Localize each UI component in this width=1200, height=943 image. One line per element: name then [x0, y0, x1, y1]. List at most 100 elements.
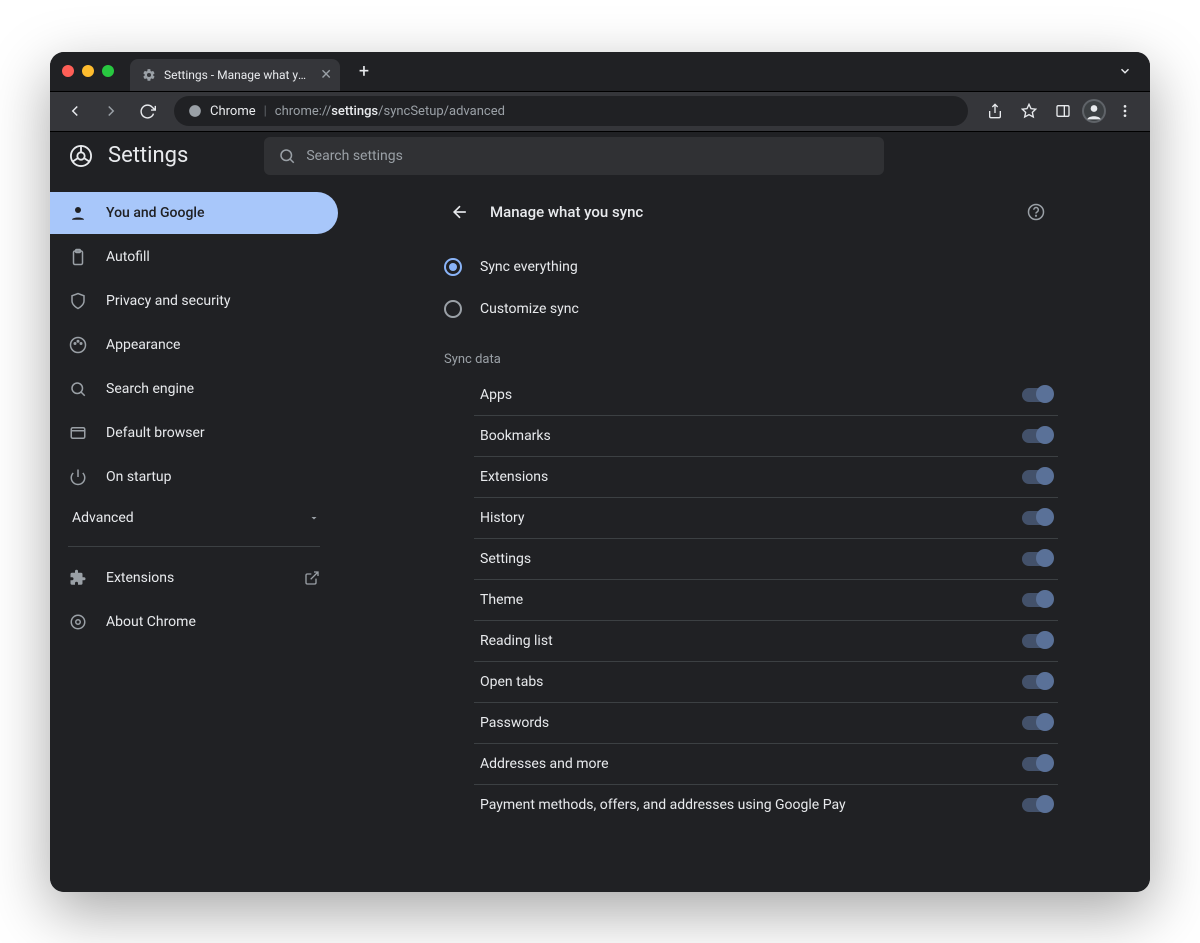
window-icon [68, 424, 88, 442]
sync-data-row: Bookmarks [474, 416, 1058, 457]
sidebar-item-label: Autofill [106, 249, 150, 265]
settings-sidebar: You and Google Autofill Privacy and securi… [50, 180, 346, 892]
share-button[interactable] [980, 96, 1010, 126]
browser-window: Settings - Manage what you sy ✕ + Chrome… [50, 52, 1150, 892]
sync-toggle[interactable] [1022, 470, 1052, 484]
app-title: Settings [108, 143, 188, 168]
chevron-down-icon [308, 512, 320, 524]
sidebar-item-label: Default browser [106, 425, 205, 441]
help-button[interactable] [1020, 196, 1052, 228]
sync-data-label: Open tabs [480, 674, 543, 690]
sidebar-item-about[interactable]: About Chrome [50, 601, 338, 643]
settings-content: Settings Search settings You and Google A… [50, 132, 1150, 892]
sync-data-section-label: Sync data [438, 330, 1058, 375]
sidebar-item-autofill[interactable]: Autofill [50, 236, 338, 278]
new-tab-button[interactable]: + [350, 57, 378, 85]
power-icon [68, 468, 88, 486]
tab-title: Settings - Manage what you sy [164, 68, 310, 82]
sync-data-row: Passwords [474, 703, 1058, 744]
site-info-icon[interactable] [188, 104, 202, 118]
sync-data-label: Bookmarks [480, 428, 551, 444]
back-button[interactable] [60, 96, 90, 126]
sync-data-row: Extensions [474, 457, 1058, 498]
sync-data-label: Reading list [480, 633, 553, 649]
sync-data-label: Settings [480, 551, 531, 567]
sync-toggle[interactable] [1022, 552, 1052, 566]
sync-data-label: History [480, 510, 525, 526]
forward-button[interactable] [96, 96, 126, 126]
radio-label: Customize sync [480, 301, 579, 317]
palette-icon [68, 336, 88, 354]
sync-toggle[interactable] [1022, 511, 1052, 525]
toolbar-right [980, 96, 1140, 126]
sync-toggle[interactable] [1022, 388, 1052, 402]
address-bar[interactable]: Chrome | chrome://settings/syncSetup/adv… [174, 96, 968, 126]
settings-header: Settings Search settings [50, 132, 1150, 180]
radio-customize-sync[interactable]: Customize sync [438, 288, 1058, 330]
maximize-window-button[interactable] [102, 65, 114, 77]
side-panel-button[interactable] [1048, 96, 1078, 126]
panel-back-button[interactable] [444, 196, 476, 228]
sync-toggle[interactable] [1022, 716, 1052, 730]
close-tab-button[interactable]: ✕ [320, 67, 332, 83]
sidebar-item-default-browser[interactable]: Default browser [50, 412, 338, 454]
sidebar-item-privacy-and-security[interactable]: Privacy and security [50, 280, 338, 322]
sync-data-label: Payment methods, offers, and addresses u… [480, 797, 846, 813]
sync-data-row: Apps [474, 375, 1058, 416]
sync-toggle[interactable] [1022, 429, 1052, 443]
search-settings-input[interactable]: Search settings [264, 137, 884, 175]
sync-data-row: Payment methods, offers, and addresses u… [474, 785, 1058, 825]
sync-data-label: Apps [480, 387, 512, 403]
radio-label: Sync everything [480, 259, 578, 275]
sync-data-label: Theme [480, 592, 523, 608]
close-window-button[interactable] [62, 65, 74, 77]
sync-toggle[interactable] [1022, 593, 1052, 607]
browser-tab[interactable]: Settings - Manage what you sy ✕ [130, 59, 340, 91]
radio-sync-everything[interactable]: Sync everything [438, 246, 1058, 288]
sync-data-row: Settings [474, 539, 1058, 580]
puzzle-icon [68, 569, 88, 587]
extensions-label: Extensions [106, 570, 174, 586]
tabs-dropdown-button[interactable] [1112, 58, 1138, 84]
sidebar-item-label: On startup [106, 469, 172, 485]
shield-icon [68, 292, 88, 310]
sidebar-item-label: Privacy and security [106, 293, 230, 309]
sidebar-item-search-engine[interactable]: Search engine [50, 368, 338, 410]
clipboard-icon [68, 248, 88, 266]
reload-button[interactable] [132, 96, 162, 126]
sync-toggle[interactable] [1022, 798, 1052, 812]
sidebar-item-appearance[interactable]: Appearance [50, 324, 338, 366]
url-text: chrome://settings/syncSetup/advanced [275, 104, 505, 119]
panel-title: Manage what you sync [490, 203, 1006, 221]
external-link-icon [304, 570, 320, 586]
sync-data-row: Open tabs [474, 662, 1058, 703]
sidebar-item-label: Search engine [106, 381, 194, 397]
titlebar: Settings - Manage what you sy ✕ + [50, 52, 1150, 92]
sync-toggle[interactable] [1022, 675, 1052, 689]
minimize-window-button[interactable] [82, 65, 94, 77]
browser-toolbar: Chrome | chrome://settings/syncSetup/adv… [50, 92, 1150, 132]
sidebar-item-extensions[interactable]: Extensions [50, 557, 338, 599]
search-icon [68, 380, 88, 398]
menu-button[interactable] [1110, 96, 1140, 126]
chrome-icon [68, 613, 88, 631]
panel-header: Manage what you sync [438, 186, 1058, 246]
sync-toggle[interactable] [1022, 634, 1052, 648]
sync-toggle[interactable] [1022, 757, 1052, 771]
sidebar-divider [68, 546, 320, 547]
sidebar-item-you-and-google[interactable]: You and Google [50, 192, 338, 234]
sync-data-label: Passwords [480, 715, 549, 731]
sidebar-advanced-toggle[interactable]: Advanced [50, 500, 338, 536]
sync-data-label: Addresses and more [480, 756, 609, 772]
profile-avatar[interactable] [1082, 99, 1106, 123]
sync-data-label: Extensions [480, 469, 548, 485]
sidebar-item-label: Appearance [106, 337, 180, 353]
search-placeholder: Search settings [306, 148, 403, 164]
sync-panel: Manage what you sync Sync everything Cus… [438, 186, 1058, 825]
gear-icon [142, 68, 156, 82]
sidebar-item-label: You and Google [106, 205, 204, 221]
sidebar-item-on-startup[interactable]: On startup [50, 456, 338, 498]
window-controls [62, 65, 114, 77]
bookmark-button[interactable] [1014, 96, 1044, 126]
sync-data-row: Theme [474, 580, 1058, 621]
